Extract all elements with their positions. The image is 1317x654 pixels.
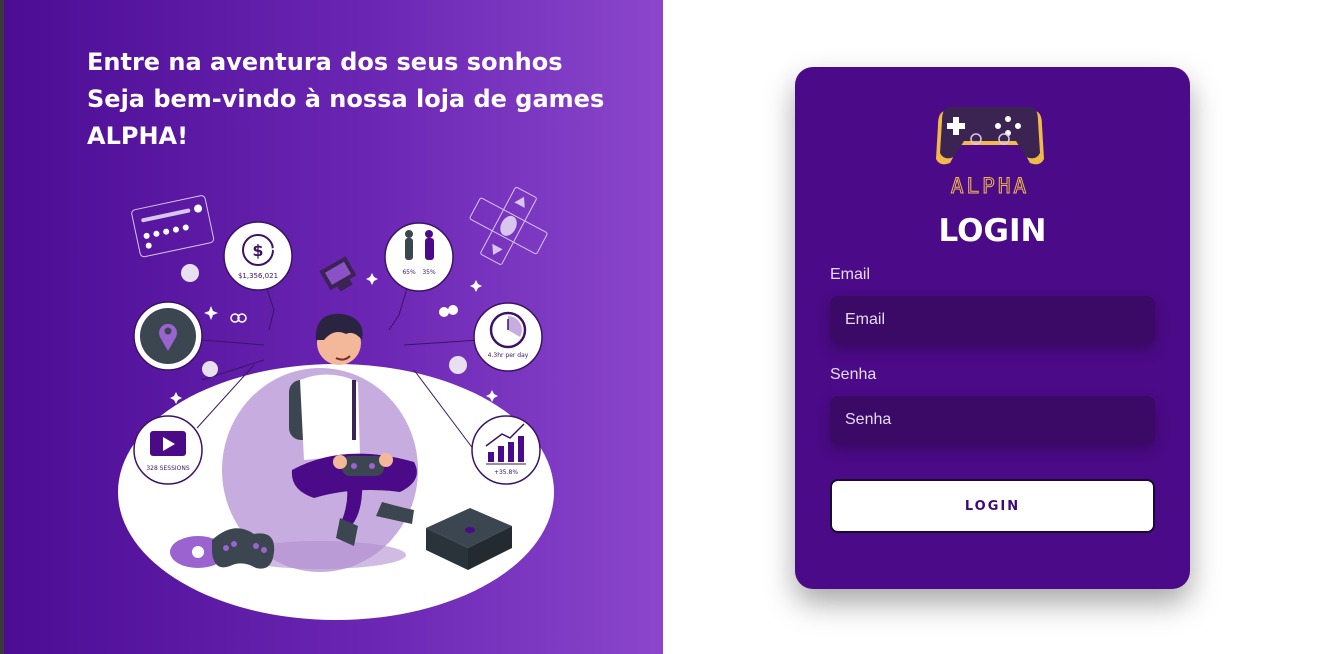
login-button[interactable]: LOGIN	[830, 479, 1155, 533]
dpad-outline	[469, 186, 548, 265]
gamer-illustration: $ $1,356,021 65% 35% 4.3hr per day 328 S…	[118, 186, 554, 620]
login-title: LOGIN	[938, 213, 1047, 249]
revenue-bubble: $ $1,356,021	[223, 221, 293, 291]
svg-text:$: $	[252, 241, 263, 260]
female-pct: 35%	[422, 269, 436, 276]
pixel-heart	[319, 256, 357, 292]
password-label: Senha	[830, 366, 877, 383]
hero-panel: Entre na aventura dos seus sonhos Seja b…	[4, 0, 663, 654]
hero-line-2: Seja bem-vindo à nossa loja de games	[87, 85, 605, 113]
logo-text: ALPHA	[951, 174, 1029, 198]
alpha-logo: ALPHA	[936, 107, 1044, 199]
email-field[interactable]	[830, 296, 1155, 344]
sessions-text: 328 SESSIONS	[146, 465, 190, 472]
hero-line-1: Entre na aventura dos seus sonhos	[87, 48, 563, 76]
growth-text: +35.8%	[494, 469, 518, 476]
male-pct: 65%	[402, 269, 416, 276]
login-card: ALPHA LOGIN Email Senha LOGIN	[795, 67, 1190, 589]
audience-bubble: 65% 35%	[384, 222, 454, 292]
playtime-bubble: 4.3hr per day	[473, 302, 543, 372]
playtime-text: 4.3hr per day	[488, 352, 529, 359]
email-label: Email	[830, 266, 871, 283]
rating-card	[131, 195, 215, 258]
sessions-bubble: 328 SESSIONS	[133, 415, 203, 485]
growth-bubble: +35.8%	[471, 415, 541, 485]
revenue-text: $1,356,021	[238, 272, 278, 280]
password-field[interactable]	[830, 396, 1155, 444]
hero-line-3: ALPHA!	[87, 122, 189, 150]
location-bubble	[133, 301, 203, 371]
hero-heading: Entre na aventura dos seus sonhos Seja b…	[87, 44, 647, 155]
